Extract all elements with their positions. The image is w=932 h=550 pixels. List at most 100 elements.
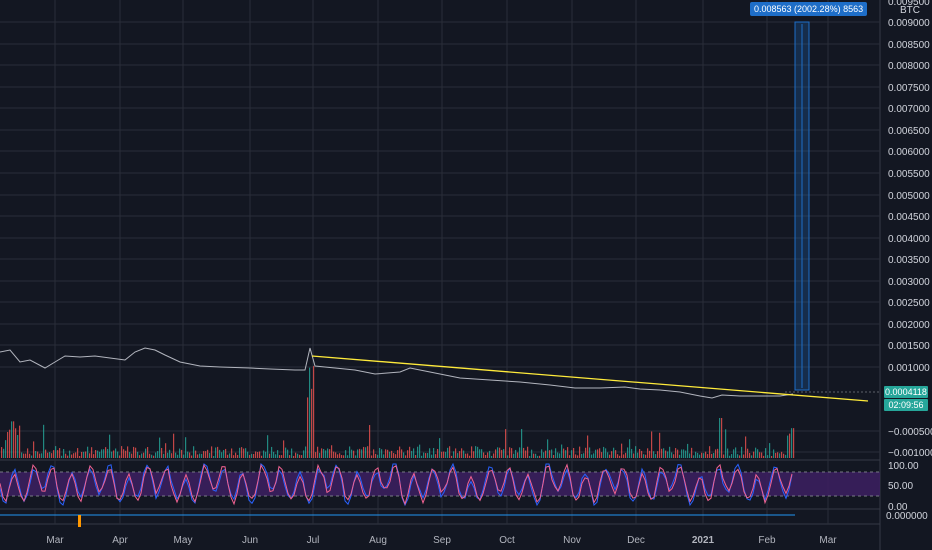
volume-bar: [731, 454, 733, 458]
volume-bar: [371, 455, 373, 458]
volume-bar: [73, 453, 75, 458]
volume-bar: [485, 454, 487, 458]
volume-bar: [51, 453, 53, 458]
time-tick-label: Oct: [499, 535, 515, 546]
time-tick-label: Feb: [758, 535, 776, 546]
volume-bar: [241, 447, 243, 458]
volume-bar: [345, 450, 347, 458]
volume-bar: [209, 452, 211, 458]
volume-bar: [641, 450, 643, 458]
volume-bar: [565, 450, 567, 458]
volume-bar: [769, 443, 771, 458]
volume-bar: [789, 433, 791, 458]
volume-bar: [659, 432, 661, 458]
time-tick-label: Mar: [46, 535, 64, 546]
volume-bar: [397, 450, 399, 458]
volume-bar: [353, 450, 355, 458]
volume-bar: [459, 451, 461, 458]
time-tick-label: Aug: [369, 535, 387, 546]
volume-bar: [109, 434, 111, 458]
volume-bar: [771, 455, 773, 458]
volume-bar: [45, 449, 47, 458]
volume-bar: [639, 449, 641, 458]
volume-bar: [549, 450, 551, 458]
volume-bar: [335, 452, 337, 458]
last-price-tag: 0.0004118: [884, 386, 928, 398]
volume-bar: [765, 448, 767, 458]
volume-bar: [401, 449, 403, 458]
volume-bar: [373, 449, 375, 458]
volume-bar: [283, 440, 285, 458]
volume-bar: [573, 447, 575, 458]
volume-bar: [629, 439, 631, 458]
volume-bar: [745, 436, 747, 458]
volume-bar: [101, 449, 103, 458]
volume-bar: [515, 449, 517, 458]
volume-bar: [201, 453, 203, 458]
volume-bar: [219, 449, 221, 458]
volume-bar: [119, 455, 121, 458]
volume-bar: [405, 455, 407, 458]
volume-bar: [157, 451, 159, 458]
volume-bar: [755, 447, 757, 458]
volume-bar: [487, 452, 489, 458]
volume-bar: [475, 446, 477, 458]
volume-bar: [175, 452, 177, 458]
volume-bar: [587, 435, 589, 458]
volume-bar: [191, 455, 193, 458]
volume-bar: [761, 452, 763, 458]
volume-bar: [563, 448, 565, 458]
volume-bar: [133, 446, 135, 458]
volume-bar: [159, 437, 161, 458]
volume-bar: [279, 455, 281, 458]
volume-bar: [575, 454, 577, 458]
volume-bar: [267, 435, 269, 458]
volume-bar: [271, 446, 273, 458]
volume-bar: [135, 447, 137, 458]
volume-bar: [585, 447, 587, 458]
volume-bar: [97, 450, 99, 458]
volume-bar: [561, 444, 563, 458]
volume-bar: [411, 450, 413, 458]
volume-bar: [121, 446, 123, 458]
volume-bar: [77, 448, 79, 458]
volume-bar: [465, 453, 467, 458]
volume-bar: [361, 449, 363, 458]
price-series-line: [0, 347, 794, 399]
volume-bar: [495, 449, 497, 458]
volume-bar: [19, 425, 21, 458]
volume-bar: [773, 449, 775, 458]
volume-bar: [81, 451, 83, 458]
volume-bar: [645, 454, 647, 458]
volume-bar: [149, 453, 151, 458]
volume-bar: [697, 452, 699, 458]
volume-bar: [379, 447, 381, 458]
volume-bar: [203, 451, 205, 458]
price-tick-label: 0.004000: [888, 234, 930, 245]
volume-bar: [251, 453, 253, 458]
volume-bar: [363, 446, 365, 458]
volume-bar: [419, 444, 421, 458]
price-tick-label: 0.006500: [888, 126, 930, 137]
volume-bar: [557, 452, 559, 458]
volume-bar: [785, 454, 787, 458]
volume-bar: [93, 454, 95, 458]
volume-bar: [89, 453, 91, 458]
volume-bar: [263, 450, 265, 458]
volume-bar: [259, 451, 261, 458]
volume-bar: [47, 452, 49, 458]
volume-bar: [13, 421, 15, 458]
volume-bar: [141, 453, 143, 458]
volume-bar: [63, 449, 65, 458]
price-tick-label: −0.000500: [888, 427, 932, 438]
chart-canvas[interactable]: 0.009000 0.008500 0.008000 0.007500 0.007000…: [0, 0, 932, 550]
volume-bar: [611, 451, 613, 458]
volume-bar: [281, 455, 283, 458]
volume-bar: [607, 452, 609, 458]
volume-bar: [711, 453, 713, 458]
volume-bar: [403, 452, 405, 458]
volume-bar: [449, 446, 451, 458]
volume-bar: [539, 455, 541, 458]
volume-bar: [193, 446, 195, 458]
trendline[interactable]: [311, 355, 869, 402]
